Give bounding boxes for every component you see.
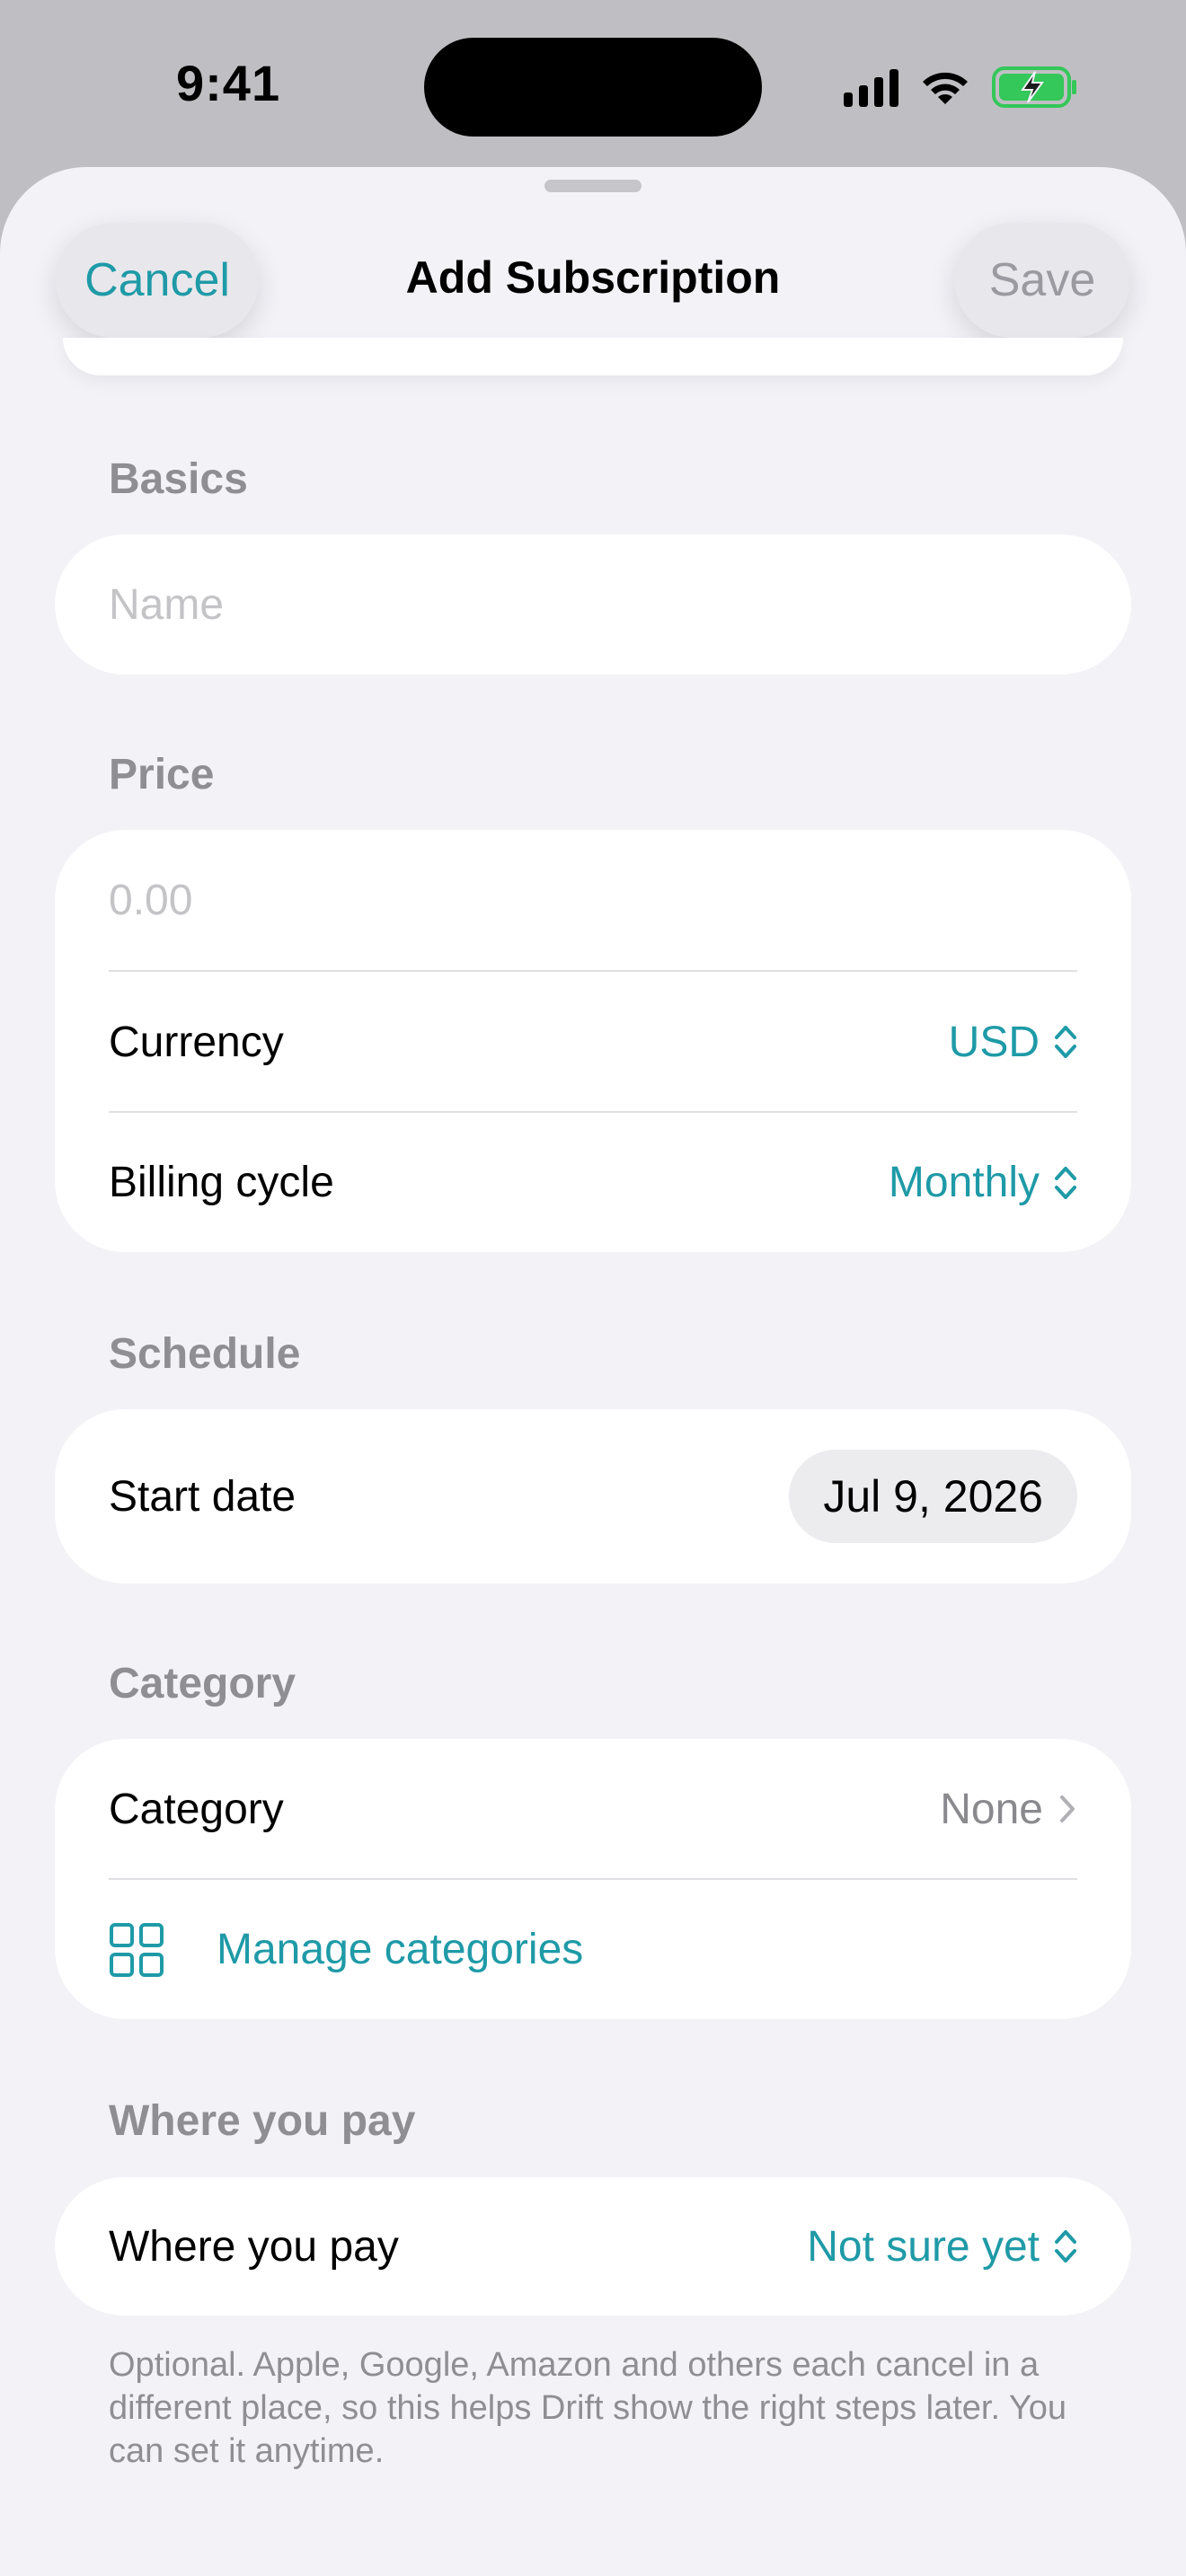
chevron-right-icon (1060, 1795, 1075, 1822)
grid-icon (110, 1922, 164, 1977)
chevron-up-down-icon (1055, 1026, 1076, 1058)
where-you-pay-picker[interactable]: Not sure yet (807, 2222, 1077, 2272)
cellular-signal-icon (844, 67, 898, 107)
start-date-picker[interactable]: Jul 9, 2026 (789, 1450, 1077, 1543)
save-button[interactable]: Save (954, 223, 1130, 338)
status-time: 9:41 (176, 55, 281, 111)
currency-value: USD (948, 1018, 1040, 1066)
currency-row[interactable]: Currency USD (55, 972, 1131, 1112)
chevron-up-down-icon (1055, 1166, 1076, 1199)
where-you-pay-row[interactable]: Where you pay Not sure yet (55, 2177, 1131, 2316)
schedule-card: Start date Jul 9, 2026 (55, 1409, 1131, 1584)
category-row[interactable]: Category None (55, 1739, 1131, 1879)
wifi-icon (923, 72, 968, 104)
section-header-where-you-pay: Where you pay (109, 2097, 416, 2145)
category-value: None (940, 1785, 1043, 1833)
sheet-grabber[interactable] (544, 180, 642, 192)
status-icons (844, 65, 1078, 110)
battery-charging-icon (992, 66, 1076, 108)
name-field[interactable]: Name (55, 534, 1131, 675)
billing-cycle-picker[interactable]: Monthly (889, 1158, 1077, 1207)
basics-card: Name (55, 534, 1131, 675)
dynamic-island (424, 38, 762, 137)
section-header-basics: Basics (109, 455, 248, 503)
chevron-up-down-icon (1055, 2230, 1076, 2263)
billing-cycle-value: Monthly (888, 1159, 1040, 1206)
manage-categories-label: Manage categories (217, 1926, 584, 1973)
category-value-group: None (940, 1785, 1077, 1834)
section-header-schedule: Schedule (109, 1330, 301, 1378)
currency-label: Currency (109, 1018, 284, 1066)
billing-cycle-label: Billing cycle (109, 1159, 334, 1206)
start-date-row: Start date Jul 9, 2026 (55, 1409, 1131, 1584)
category-card: Category None Manage categories (55, 1739, 1131, 2019)
where-you-pay-label: Where you pay (109, 2222, 399, 2271)
price-amount-field[interactable]: 0.00 (55, 830, 1131, 971)
scrolled-card-edge (63, 338, 1123, 375)
add-subscription-sheet: Cancel Add Subscription Save Basics Name… (0, 167, 1186, 2576)
price-amount-placeholder: 0.00 (109, 877, 193, 924)
start-date-label: Start date (109, 1472, 296, 1521)
manage-categories-row[interactable]: Manage categories (55, 1880, 1131, 2019)
where-you-pay-footnote: Optional. Apple, Google, Amazon and othe… (109, 2346, 1067, 2470)
section-header-category: Category (109, 1660, 296, 1707)
status-bar: 9:41 (0, 0, 1186, 171)
billing-cycle-row[interactable]: Billing cycle Monthly (55, 1113, 1131, 1252)
where-you-pay-value: Not sure yet (807, 2222, 1040, 2271)
section-header-price: Price (109, 751, 215, 798)
name-placeholder: Name (109, 580, 225, 629)
category-label: Category (109, 1785, 284, 1833)
currency-picker[interactable]: USD (949, 1018, 1077, 1067)
where-you-pay-card: Where you pay Not sure yet (55, 2177, 1131, 2316)
price-card: 0.00 Currency USD Billing cycle Monthly (55, 830, 1131, 1252)
